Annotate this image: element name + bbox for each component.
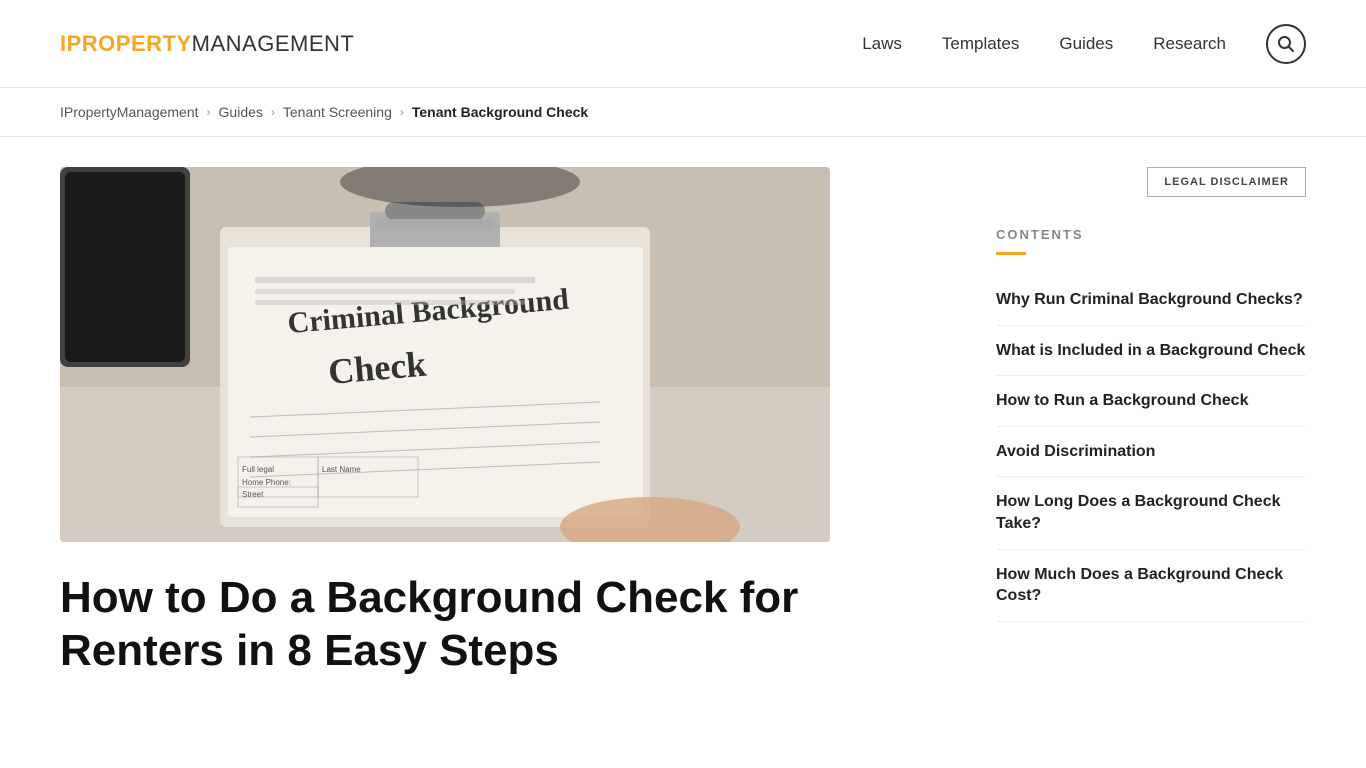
contents-list: Why Run Criminal Background Checks?What …	[996, 275, 1306, 622]
contents-item[interactable]: How to Run a Background Check	[996, 376, 1306, 427]
contents-item[interactable]: Why Run Criminal Background Checks?	[996, 275, 1306, 326]
breadcrumb-sep-3: ›	[400, 105, 404, 119]
contents-item[interactable]: Avoid Discrimination	[996, 427, 1306, 478]
breadcrumb-sep-1: ›	[207, 105, 211, 119]
contents-item[interactable]: What is Included in a Background Check	[996, 326, 1306, 377]
svg-text:Check: Check	[327, 344, 428, 392]
breadcrumb-tenant-screening[interactable]: Tenant Screening	[283, 104, 392, 120]
sidebar: LEGAL DISCLAIMER CONTENTS Why Run Crimin…	[996, 137, 1306, 718]
breadcrumb-home[interactable]: IPropertyManagement	[60, 104, 199, 120]
svg-text:Home Phone:: Home Phone:	[242, 478, 291, 487]
page-title: How to Do a Background Check for Renters…	[60, 572, 830, 678]
site-header: iPROPERTYMANAGEMENT Laws Templates Guide…	[0, 0, 1366, 88]
contents-underline	[996, 252, 1026, 255]
site-logo[interactable]: iPROPERTYMANAGEMENT	[60, 31, 354, 57]
breadcrumb-current: Tenant Background Check	[412, 104, 588, 120]
nav-guides[interactable]: Guides	[1059, 34, 1113, 54]
breadcrumb-sep-2: ›	[271, 105, 275, 119]
main-nav: Laws Templates Guides Research	[862, 24, 1306, 64]
search-button[interactable]	[1266, 24, 1306, 64]
content-area: Criminal Background Check Full legal Las…	[60, 137, 936, 718]
nav-laws[interactable]: Laws	[862, 34, 902, 54]
contents-title: CONTENTS	[996, 227, 1306, 242]
main-layout: Criminal Background Check Full legal Las…	[0, 137, 1366, 718]
contents-box: CONTENTS Why Run Criminal Background Che…	[996, 227, 1306, 622]
search-icon	[1277, 35, 1295, 53]
contents-item[interactable]: How Much Does a Background Check Cost?	[996, 550, 1306, 622]
hero-image: Criminal Background Check Full legal Las…	[60, 167, 830, 542]
contents-item[interactable]: How Long Does a Background Check Take?	[996, 477, 1306, 549]
clipboard-illustration: Criminal Background Check Full legal Las…	[60, 167, 830, 542]
logo-iproperty: iPROPERTY	[60, 31, 192, 57]
legal-disclaimer-button[interactable]: LEGAL DISCLAIMER	[1147, 167, 1306, 197]
svg-text:Full legal: Full legal	[242, 465, 274, 474]
breadcrumb-guides[interactable]: Guides	[219, 104, 263, 120]
svg-text:Last Name: Last Name	[322, 465, 361, 474]
logo-management: MANAGEMENT	[192, 31, 355, 57]
nav-research[interactable]: Research	[1153, 34, 1226, 54]
svg-text:Street: Street	[242, 490, 264, 499]
breadcrumb: IPropertyManagement › Guides › Tenant Sc…	[0, 88, 1366, 137]
nav-templates[interactable]: Templates	[942, 34, 1019, 54]
